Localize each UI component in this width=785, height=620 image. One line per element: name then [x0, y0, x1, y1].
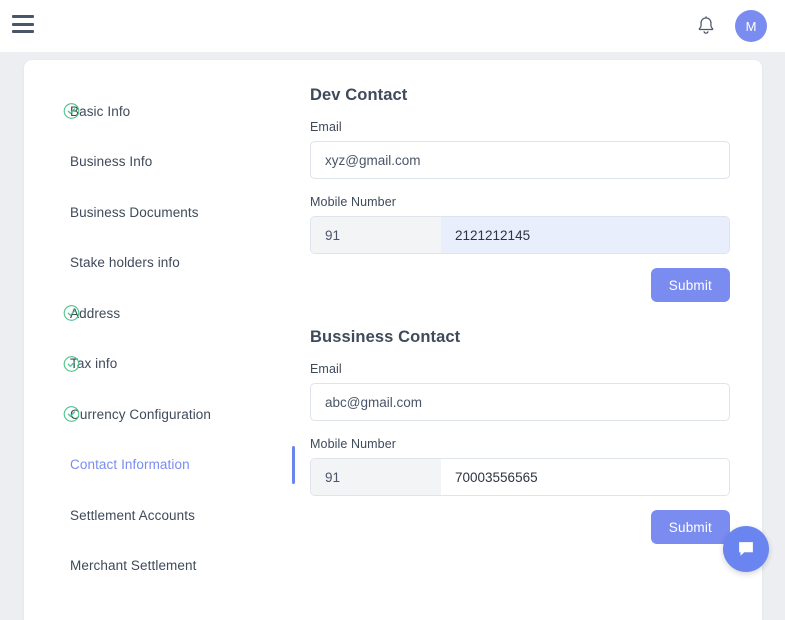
- dev-contact-heading: Dev Contact: [310, 86, 730, 105]
- step-address[interactable]: Address: [24, 288, 272, 339]
- dev-mobile-label: Mobile Number: [310, 195, 730, 209]
- check-circle-icon: [63, 305, 80, 322]
- dev-email-input[interactable]: [310, 141, 730, 179]
- dev-contact-submit-button[interactable]: Submit: [651, 268, 730, 302]
- check-circle-icon: [63, 355, 80, 372]
- business-mobile-label: Mobile Number: [310, 437, 730, 451]
- dev-email-label: Email: [310, 120, 730, 134]
- top-bar-actions: M: [695, 0, 767, 52]
- step-business-documents[interactable]: Business Documents: [24, 187, 272, 238]
- check-circle-icon: [63, 103, 80, 120]
- step-label: Currency Configuration: [70, 407, 211, 422]
- business-mobile-country-code[interactable]: 91: [311, 459, 441, 495]
- hamburger-bar: [12, 30, 34, 33]
- step-tax-info[interactable]: Tax info: [24, 339, 272, 390]
- dev-mobile-country-code[interactable]: 91: [311, 217, 441, 253]
- step-business-info[interactable]: Business Info: [24, 137, 272, 188]
- business-contact-heading: Bussiness Contact: [310, 328, 730, 347]
- dev-contact-actions: Submit: [310, 268, 730, 302]
- business-contact-submit-button[interactable]: Submit: [651, 510, 730, 544]
- top-bar: M: [0, 0, 785, 52]
- step-label: Business Documents: [70, 205, 199, 220]
- dev-mobile-input[interactable]: [441, 217, 729, 253]
- step-merchant-settlement[interactable]: Merchant Settlement: [24, 541, 272, 592]
- step-active-indicator: [292, 446, 296, 485]
- avatar[interactable]: M: [735, 10, 767, 42]
- page-body: Basic Info Business Info Business Docume…: [0, 52, 785, 581]
- step-settlement-accounts[interactable]: Settlement Accounts: [24, 490, 272, 541]
- step-contact-information[interactable]: Contact Information: [24, 440, 272, 491]
- step-label: Settlement Accounts: [70, 508, 195, 523]
- chat-widget-button[interactable]: [723, 526, 769, 572]
- business-contact-actions: Submit: [310, 510, 730, 544]
- step-label: Business Info: [70, 154, 152, 169]
- business-email-input[interactable]: [310, 383, 730, 421]
- step-currency-configuration[interactable]: Currency Configuration: [24, 389, 272, 440]
- hamburger-menu-icon[interactable]: [12, 15, 34, 33]
- business-email-label: Email: [310, 362, 730, 376]
- onboarding-stepper: Basic Info Business Info Business Docume…: [24, 60, 272, 620]
- step-label: Merchant Settlement: [70, 558, 196, 573]
- chat-bubble-icon: [735, 538, 757, 560]
- hamburger-bar: [12, 15, 34, 18]
- hamburger-bar: [12, 23, 34, 26]
- check-circle-icon: [63, 406, 80, 423]
- step-label: Stake holders info: [70, 255, 180, 270]
- dev-mobile-group: 91: [310, 216, 730, 254]
- business-mobile-group: 91: [310, 458, 730, 496]
- business-mobile-input[interactable]: [441, 459, 729, 495]
- contact-information-form: Dev Contact Email Mobile Number 91 Submi…: [310, 86, 730, 544]
- step-label: Contact Information: [70, 457, 190, 472]
- bell-icon[interactable]: [695, 14, 717, 38]
- step-basic-info[interactable]: Basic Info: [24, 86, 272, 137]
- step-stake-holders-info[interactable]: Stake holders info: [24, 238, 272, 289]
- content-card: Basic Info Business Info Business Docume…: [24, 60, 762, 620]
